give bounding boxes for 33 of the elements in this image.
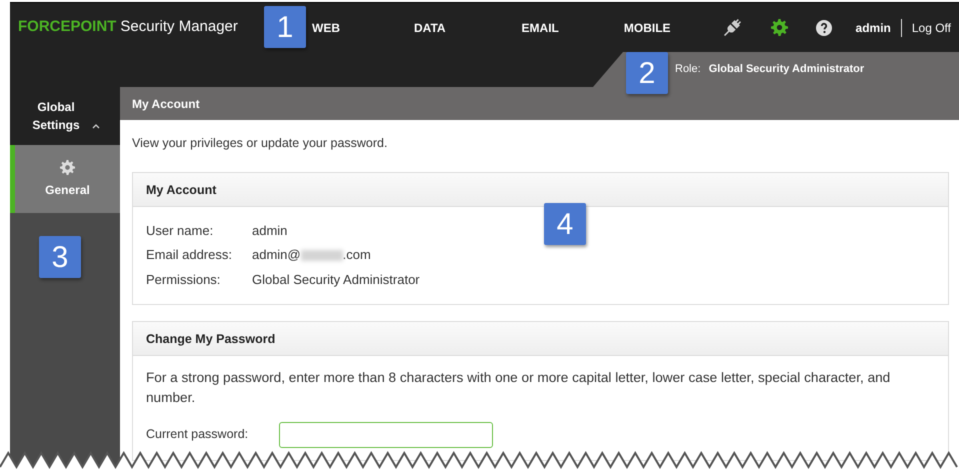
intro-text: View your privileges or update your password. (131, 135, 388, 152)
brand-logo: FORCEPOINT (18, 17, 116, 38)
field-label: Email address: (146, 246, 233, 264)
role-label: Role: (675, 62, 701, 77)
page-title: My Account (120, 87, 959, 120)
user-link[interactable]: admin (856, 18, 891, 36)
sidebar-item[interactable]: General (10, 145, 120, 213)
help-icon[interactable] (816, 20, 832, 36)
log-off-link[interactable]: Log Off (912, 18, 951, 36)
gear-icon[interactable] (770, 19, 788, 36)
field-value: .com (342, 247, 371, 262)
gear-icon (60, 160, 75, 174)
field-label: User name: (146, 222, 214, 240)
field-value: admin@ (252, 247, 301, 262)
role-value: Global Security Administrator (708, 62, 864, 77)
password-field[interactable] (279, 422, 493, 448)
callout-badge: 2 (626, 52, 668, 94)
callout-badge: 1 (264, 6, 306, 48)
field-label: Current password: (146, 426, 250, 444)
callout-badge: 4 (544, 203, 586, 245)
panel-title: My Account (133, 172, 948, 207)
field-value: admin (252, 222, 288, 238)
module-tab[interactable]: MOBILE (624, 18, 671, 36)
module-tab[interactable]: EMAIL (522, 18, 559, 36)
field-label: Permissions: (146, 270, 222, 289)
product-name: Security Manager (120, 17, 238, 38)
callout-badge: 3 (39, 236, 81, 278)
plug-icon[interactable] (724, 19, 741, 36)
module-tab[interactable]: WEB (312, 18, 340, 36)
field-value: Global Security Administrator (252, 272, 420, 287)
panel-title: Change My Password (133, 322, 948, 356)
module-tab[interactable]: DATA (414, 18, 446, 36)
password-hint: For a strong password, enter more than 8 characters with one or more capital letter, lower case letter, special character, and number. (146, 369, 892, 407)
